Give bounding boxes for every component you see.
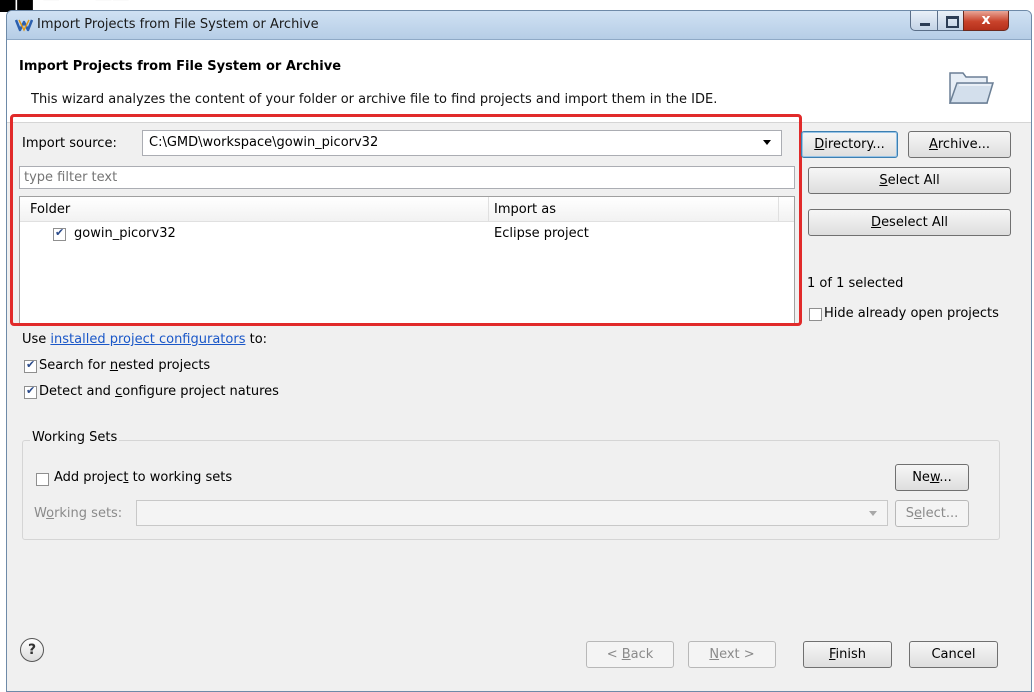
table-header: Folder Import as <box>20 197 794 222</box>
eclipse-app-icon <box>15 19 33 32</box>
new-working-set-button[interactable]: New... <box>895 464 969 491</box>
directory-button[interactable]: Directory... <box>801 131 898 158</box>
title-bar[interactable]: Import Projects from File System or Arch… <box>7 11 1031 40</box>
select-all-button[interactable]: Select All <box>808 167 1011 194</box>
back-button[interactable]: < Back <box>586 641 674 668</box>
minimize-button[interactable] <box>910 11 938 31</box>
table-row[interactable]: gowin_picorv32 Eclipse project <box>20 223 794 245</box>
import-source-combo[interactable]: C:\GMD\workspace\gowin_picorv32 <box>142 130 782 156</box>
add-to-working-sets-checkbox[interactable] <box>36 473 49 486</box>
chevron-down-icon[interactable] <box>869 511 877 516</box>
search-nested-label[interactable]: Search for nested projects <box>39 358 210 373</box>
maximize-button[interactable] <box>937 11 964 31</box>
import-source-label: Import source: <box>22 136 117 151</box>
select-working-sets-button[interactable]: Select... <box>895 500 969 527</box>
working-sets-title: Working Sets <box>30 430 120 445</box>
column-header-folder[interactable]: Folder <box>30 202 70 217</box>
help-icon[interactable]: ? <box>20 638 44 662</box>
column-separator[interactable] <box>488 197 489 221</box>
row-folder-name: gowin_picorv32 <box>74 226 176 241</box>
add-to-working-sets-label[interactable]: Add project to working sets <box>54 470 232 485</box>
finish-button[interactable]: Finish <box>803 641 892 668</box>
window-title: Import Projects from File System or Arch… <box>37 17 319 32</box>
page-heading: Import Projects from File System or Arch… <box>19 59 342 74</box>
close-button[interactable]: x <box>963 11 1009 31</box>
detect-natures-label[interactable]: Detect and configure project natures <box>39 384 279 399</box>
detect-natures-checkbox[interactable] <box>24 384 37 399</box>
working-sets-label: Working sets: <box>34 506 123 521</box>
configurators-suffix: to: <box>245 332 268 347</box>
column-header-import-as[interactable]: Import as <box>494 202 556 217</box>
archive-button[interactable]: Archive... <box>908 131 1011 158</box>
import-dialog-window: Import Projects from File System or Arch… <box>6 10 1032 692</box>
cancel-button[interactable]: Cancel <box>909 641 998 668</box>
import-source-value: C:\GMD\workspace\gowin_picorv32 <box>149 135 379 150</box>
projects-table: Folder Import as gowin_picorv32 Eclipse … <box>19 196 795 324</box>
column-separator[interactable] <box>778 197 779 221</box>
row-import-as: Eclipse project <box>494 226 589 241</box>
row-checkbox[interactable] <box>53 226 66 241</box>
search-nested-checkbox[interactable] <box>24 358 37 373</box>
configurators-sentence: Use installed project configurators to: <box>22 332 267 347</box>
open-folder-icon <box>948 72 995 104</box>
chevron-down-icon[interactable] <box>763 140 771 145</box>
wizard-header: Import Projects from File System or Arch… <box>7 40 1031 123</box>
working-sets-combo[interactable] <box>136 500 888 526</box>
deselect-all-button[interactable]: Deselect All <box>808 209 1011 236</box>
configurators-prefix: Use <box>22 332 51 347</box>
hide-open-projects-checkbox[interactable] <box>809 308 822 321</box>
close-icon: x <box>981 12 991 28</box>
hide-open-projects-label[interactable]: Hide already open projects <box>824 306 999 321</box>
page-description: This wizard analyzes the content of your… <box>31 92 718 107</box>
filter-input[interactable] <box>19 166 795 189</box>
next-button[interactable]: Next > <box>688 641 776 668</box>
installed-configurators-link[interactable]: installed project configurators <box>50 332 245 347</box>
selected-count-text: 1 of 1 selected <box>807 276 904 291</box>
